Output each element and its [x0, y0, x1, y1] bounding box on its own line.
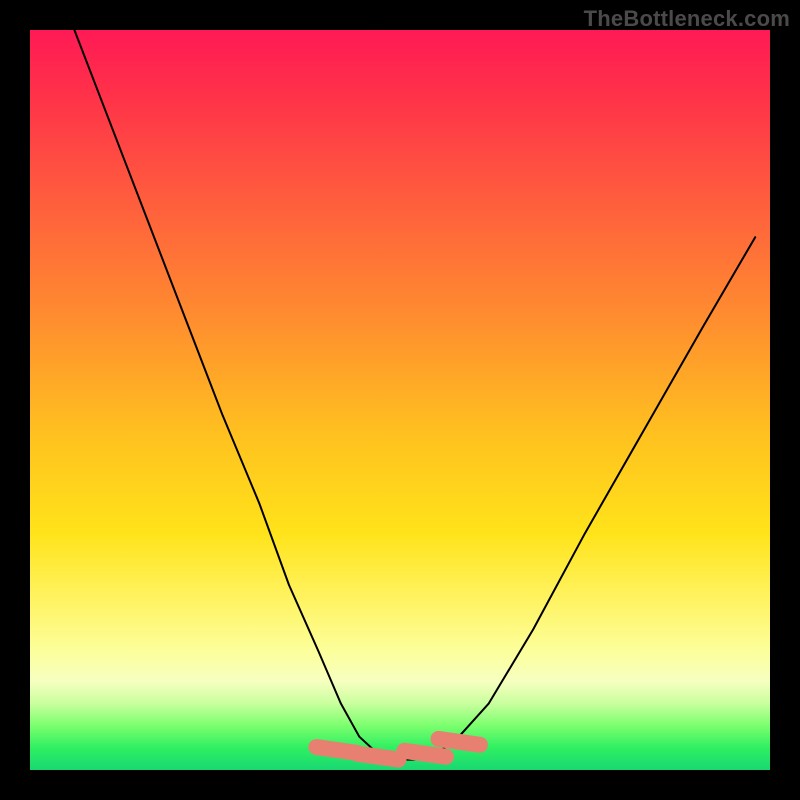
plot-area [30, 30, 770, 770]
flat-region-highlight [316, 739, 480, 760]
highlight-segment [404, 751, 446, 757]
highlight-segment [357, 754, 398, 760]
curve-svg [30, 30, 770, 770]
bottleneck-curve [74, 30, 755, 760]
highlight-segment [439, 739, 480, 745]
watermark-text: TheBottleneck.com [584, 6, 790, 32]
chart-frame: TheBottleneck.com [0, 0, 800, 800]
